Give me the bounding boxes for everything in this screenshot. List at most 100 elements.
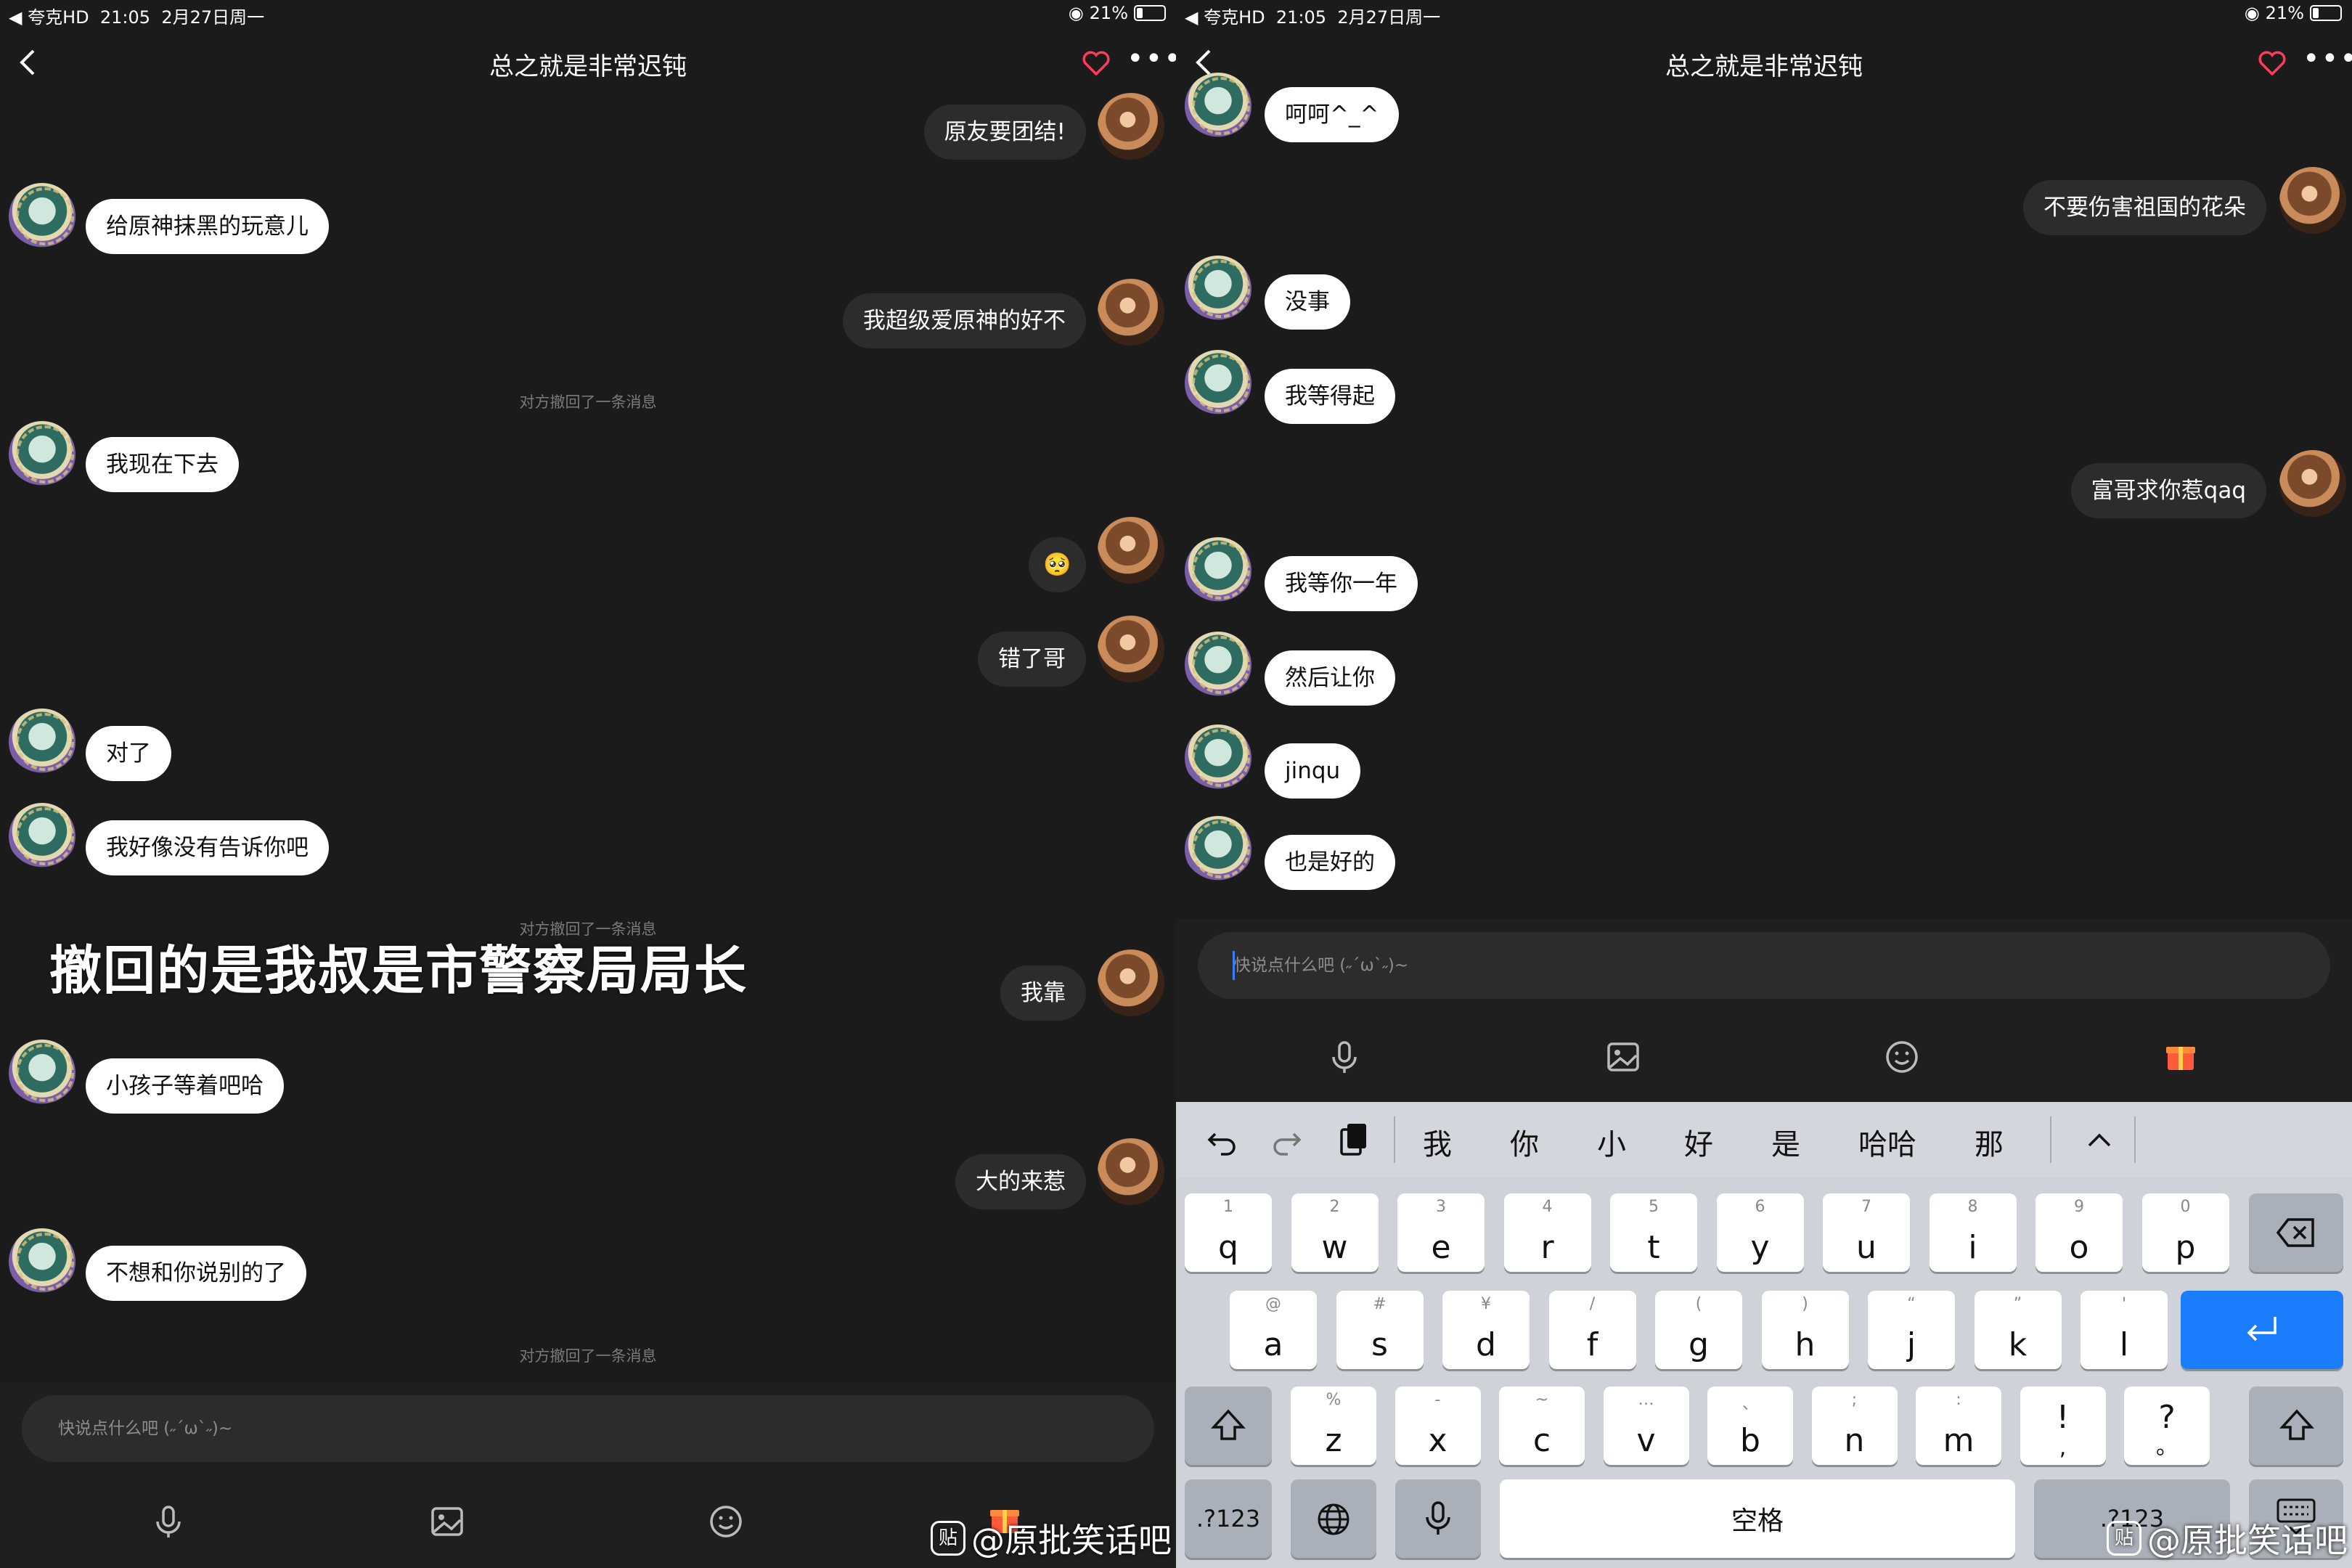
avatar[interactable] bbox=[1185, 350, 1251, 417]
avatar[interactable] bbox=[1098, 950, 1164, 1016]
redo-icon[interactable] bbox=[1270, 1124, 1304, 1157]
key-s[interactable]: # s bbox=[1336, 1291, 1424, 1369]
key-p[interactable]: 0p bbox=[2141, 1193, 2229, 1272]
avatar[interactable] bbox=[1185, 256, 1251, 322]
avatar[interactable] bbox=[1098, 1138, 1164, 1205]
chat-header: 总之就是非常迟钝 ••• bbox=[1176, 38, 2352, 89]
key-label: o bbox=[2069, 1229, 2089, 1266]
space-key[interactable]: 空格 bbox=[1500, 1479, 2015, 1558]
key-m[interactable]: :m bbox=[1916, 1387, 2001, 1465]
avatar[interactable] bbox=[9, 1228, 75, 1295]
candidate-word[interactable]: 我 bbox=[1423, 1121, 1452, 1163]
gift-icon[interactable] bbox=[2160, 1035, 2201, 1076]
avatar[interactable] bbox=[9, 709, 75, 775]
collapse-candidates-icon[interactable] bbox=[2085, 1127, 2114, 1153]
return-key[interactable] bbox=[2181, 1291, 2343, 1369]
key-h[interactable]: ) h bbox=[1761, 1291, 1849, 1369]
dictation-key[interactable] bbox=[1395, 1479, 1481, 1558]
key-question[interactable]: ?。 bbox=[2124, 1387, 2210, 1465]
key-secondary-label: ¥ bbox=[1481, 1295, 1491, 1313]
key-x[interactable]: -x bbox=[1395, 1387, 1481, 1465]
key-y[interactable]: 6y bbox=[1716, 1193, 1804, 1272]
message-bubble-other: 不想和你说别的了 bbox=[86, 1246, 306, 1301]
key-secondary-label: ~ bbox=[1535, 1391, 1549, 1409]
numbers-key[interactable]: .?123 bbox=[1185, 1479, 1272, 1558]
key-exclamation[interactable]: !, bbox=[2020, 1387, 2106, 1465]
avatar[interactable] bbox=[1098, 279, 1164, 346]
key-secondary-label: ( bbox=[1695, 1295, 1702, 1313]
image-icon[interactable] bbox=[1603, 1037, 1643, 1077]
key-v[interactable]: … v bbox=[1603, 1387, 1689, 1465]
key-c[interactable]: ~ c bbox=[1499, 1387, 1585, 1465]
backspace-key[interactable] bbox=[2249, 1193, 2343, 1272]
carrier-label: ◀ 夸克HD bbox=[1185, 7, 1265, 28]
avatar[interactable] bbox=[1098, 616, 1164, 682]
undo-icon[interactable] bbox=[1205, 1124, 1238, 1157]
emoji-icon[interactable] bbox=[706, 1501, 746, 1542]
key-secondary-label: - bbox=[1434, 1391, 1441, 1409]
candidate-word[interactable]: 你 bbox=[1510, 1121, 1539, 1163]
avatar[interactable] bbox=[1098, 517, 1164, 584]
avatar[interactable] bbox=[1185, 724, 1251, 791]
avatar[interactable] bbox=[2279, 450, 2346, 517]
candidate-word[interactable]: 是 bbox=[1771, 1121, 1800, 1163]
key-j[interactable]: “j bbox=[1868, 1291, 1955, 1369]
heart-icon[interactable] bbox=[2258, 49, 2287, 77]
heart-icon[interactable] bbox=[1082, 49, 1111, 77]
candidate-word[interactable]: 小 bbox=[1597, 1121, 1626, 1163]
emoji-icon[interactable] bbox=[1882, 1037, 1922, 1077]
candidate-word[interactable]: 哈哈 bbox=[1858, 1121, 1916, 1163]
clipboard-icon[interactable] bbox=[1337, 1121, 1371, 1159]
key-f[interactable]: / f bbox=[1548, 1291, 1636, 1369]
key-g[interactable]: (g bbox=[1655, 1291, 1742, 1369]
avatar[interactable] bbox=[2279, 167, 2346, 234]
avatar[interactable] bbox=[9, 421, 75, 488]
message-bubble-self: 富哥求你惹qaq bbox=[2070, 463, 2266, 518]
avatar[interactable] bbox=[1185, 537, 1251, 604]
avatar[interactable] bbox=[9, 183, 75, 250]
key-d[interactable]: ¥ d bbox=[1442, 1291, 1530, 1369]
key-b[interactable]: 、 b bbox=[1707, 1387, 1793, 1465]
return-icon bbox=[2247, 1317, 2277, 1342]
key-label: h bbox=[1794, 1326, 1816, 1363]
avatar[interactable] bbox=[9, 1040, 75, 1106]
divider bbox=[2134, 1116, 2136, 1163]
avatar[interactable] bbox=[9, 803, 75, 870]
key-t[interactable]: 5t bbox=[1610, 1193, 1697, 1272]
key-i[interactable]: 8i bbox=[1929, 1193, 2017, 1272]
key-label: k bbox=[2008, 1326, 2028, 1363]
key-label: e bbox=[1431, 1229, 1451, 1266]
message-input[interactable]: 快说点什么吧 (˶ˊωˋ˶)~ bbox=[1198, 932, 2330, 999]
shift-key-right[interactable] bbox=[2249, 1387, 2343, 1465]
key-e[interactable]: 3e bbox=[1397, 1193, 1485, 1272]
key-secondary-label: 5 bbox=[1649, 1198, 1659, 1216]
candidate-word[interactable]: 好 bbox=[1684, 1121, 1713, 1163]
key-q[interactable]: 1q bbox=[1185, 1193, 1272, 1272]
key-r[interactable]: 4r bbox=[1503, 1193, 1591, 1272]
key-w[interactable]: 2w bbox=[1291, 1193, 1379, 1272]
key-label: u bbox=[1856, 1229, 1877, 1266]
avatar[interactable] bbox=[1098, 93, 1164, 160]
image-icon[interactable] bbox=[427, 1501, 467, 1542]
avatar[interactable] bbox=[1185, 73, 1251, 139]
avatar[interactable] bbox=[1185, 816, 1251, 883]
microphone-icon[interactable] bbox=[148, 1501, 189, 1542]
key-n[interactable]: ; n bbox=[1811, 1387, 1898, 1465]
key-u[interactable]: 7u bbox=[1823, 1193, 1910, 1272]
more-options-icon[interactable]: ••• bbox=[2303, 44, 2352, 77]
key-a[interactable]: @ a bbox=[1230, 1291, 1317, 1369]
more-options-icon[interactable]: ••• bbox=[1127, 44, 1176, 77]
key-l[interactable]: ' l bbox=[2081, 1291, 2168, 1369]
avatar[interactable] bbox=[1185, 632, 1251, 698]
candidate-word[interactable]: 那 bbox=[1975, 1121, 2004, 1163]
shift-key[interactable] bbox=[1185, 1387, 1272, 1465]
watermark: 贴 @原批笑话吧 bbox=[2107, 1514, 2348, 1562]
globe-key[interactable] bbox=[1291, 1479, 1376, 1558]
key-z[interactable]: % z bbox=[1291, 1387, 1376, 1465]
key-k[interactable]: ” k bbox=[1974, 1291, 2062, 1369]
key-label: l bbox=[2119, 1326, 2129, 1363]
message-input[interactable]: 快说点什么吧 (˶ˊωˋ˶)~ bbox=[22, 1395, 1154, 1462]
microphone-icon[interactable] bbox=[1324, 1037, 1365, 1077]
key-o[interactable]: 9o bbox=[2035, 1193, 2123, 1272]
key-label: c bbox=[1532, 1422, 1551, 1459]
